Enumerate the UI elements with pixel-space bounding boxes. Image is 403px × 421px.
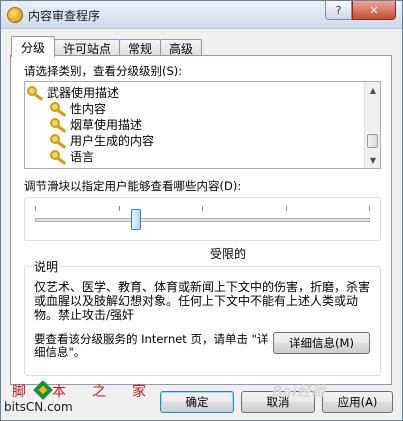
- help-button[interactable]: ?: [325, 1, 352, 20]
- scrollbar-thumb[interactable]: [367, 134, 378, 148]
- watermark-brand-text: bitsCN.com: [4, 400, 73, 414]
- slider-tick: [202, 206, 203, 211]
- slider-tick: [286, 206, 287, 211]
- close-button[interactable]: ✕: [352, 1, 396, 20]
- category-listbox[interactable]: 武器使用描述 性内容 烟草使用描述 用户生成的内容 语言 ▲ ▼: [24, 81, 381, 169]
- slider-label: 调节滑块以指定用户能够查看哪些内容(D):: [24, 179, 242, 193]
- slider-thumb[interactable]: [131, 209, 141, 230]
- key-icon: [50, 118, 68, 133]
- scroll-down-icon[interactable]: ▼: [365, 152, 380, 168]
- category-label-text: 烟草使用描述: [70, 117, 143, 132]
- category-label-text: 性内容: [70, 101, 107, 116]
- tab-ratings[interactable]: 分级: [11, 36, 56, 57]
- watermark-cn-text: 脚本之家: [12, 384, 172, 400]
- slider-level-text: 受限的: [210, 247, 247, 261]
- window-title: 内容审查程序: [28, 9, 101, 23]
- scroll-up-icon[interactable]: ▲: [365, 82, 380, 98]
- slider-track[interactable]: [35, 218, 370, 222]
- title-bar[interactable]: 内容审查程序 ? ✕: [1, 1, 402, 29]
- category-label-text: 武器使用描述: [47, 85, 120, 100]
- list-item[interactable]: 烟草使用描述: [50, 116, 143, 133]
- key-icon: [50, 134, 68, 149]
- listbox-scrollbar[interactable]: ▲ ▼: [364, 82, 380, 168]
- key-icon: [50, 102, 68, 117]
- list-item[interactable]: 性内容: [50, 100, 107, 117]
- tab-strip: 分级 许可站点 常规 高级: [11, 36, 203, 57]
- rating-slider-box: [24, 197, 381, 241]
- slider-tick: [119, 206, 120, 211]
- slider-tick: [369, 206, 370, 211]
- more-info-text: 要查看该分级服务的 Internet 页，请单击 "详细信息"。: [34, 332, 269, 359]
- list-item[interactable]: 用户生成的内容: [50, 132, 155, 149]
- category-label-text: 用户生成的内容: [70, 133, 155, 148]
- category-label-text: 语言: [70, 149, 95, 164]
- category-label: 请选择类别，查看分级级别(S):: [24, 64, 183, 78]
- title-buttons: ? ✕: [325, 1, 396, 20]
- list-item[interactable]: 语言: [50, 148, 95, 165]
- key-icon: [27, 86, 45, 101]
- list-item[interactable]: 武器使用描述: [27, 84, 120, 101]
- slider-tick: [35, 206, 36, 211]
- content-advisor-icon: [7, 7, 23, 23]
- description-text: 仅艺术、医学、教育、体育或新闻上下文中的伤害，折磨，杀害或血腥以及肢解幻想对象。…: [34, 280, 371, 322]
- baidu-watermark: Bai经验: [272, 384, 325, 400]
- details-button[interactable]: 详细信息(M): [273, 332, 370, 354]
- key-icon: [50, 150, 68, 165]
- description-title: 说明: [32, 258, 61, 275]
